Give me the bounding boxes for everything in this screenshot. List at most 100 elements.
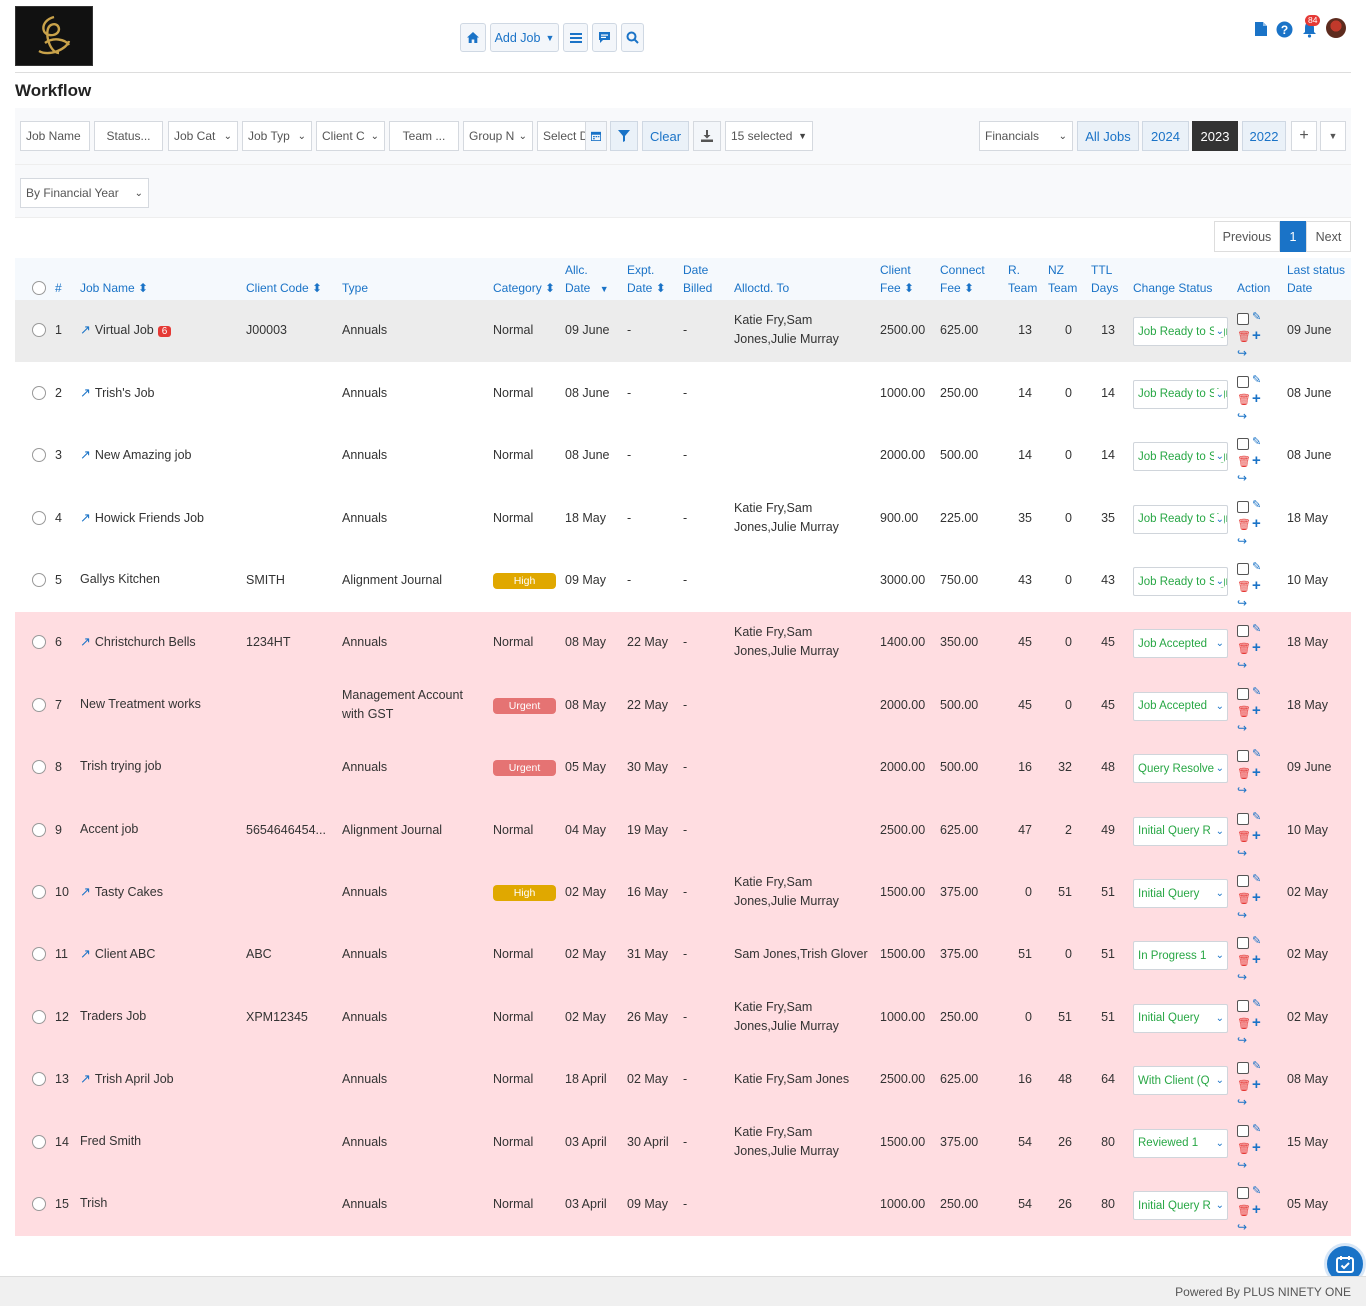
change-status-select[interactable]: Job Ready to Sign ⌄ <box>1133 567 1228 596</box>
add-icon[interactable]: + <box>1252 577 1261 594</box>
trash-icon[interactable]: 🗑 <box>1237 892 1251 905</box>
col-client-fee[interactable]: Client Fee ⬍ <box>880 261 914 297</box>
add-icon[interactable]: + <box>1252 639 1261 656</box>
add-icon[interactable]: + <box>1252 951 1261 968</box>
edit-icon[interactable]: ✎ <box>1252 1184 1261 1197</box>
tab-2023[interactable]: 2023 <box>1192 121 1238 151</box>
add-icon[interactable]: + <box>1252 452 1261 469</box>
search-button[interactable] <box>621 23 644 52</box>
edit-icon[interactable]: ✎ <box>1252 373 1261 386</box>
trash-icon[interactable]: 🗑 <box>1237 1204 1251 1217</box>
row-checkbox[interactable] <box>1237 438 1249 450</box>
row-select-radio[interactable] <box>32 1072 46 1086</box>
row-checkbox[interactable] <box>1237 999 1249 1012</box>
add-icon[interactable]: + <box>1252 515 1261 532</box>
row-checkbox[interactable] <box>1237 625 1249 637</box>
download-button[interactable] <box>693 121 721 151</box>
job-name-link[interactable]: Gallys Kitchen <box>80 572 160 586</box>
edit-icon[interactable]: ✎ <box>1252 560 1261 573</box>
status-filter[interactable]: Status... <box>94 121 163 151</box>
change-status-select[interactable]: Job Ready to Sign ⌄ <box>1133 504 1228 534</box>
help-icon[interactable]: ? <box>1275 20 1293 38</box>
add-icon[interactable]: + <box>1252 1076 1261 1093</box>
forward-icon[interactable]: ↪ <box>1237 846 1247 860</box>
edit-icon[interactable]: ✎ <box>1252 1059 1261 1072</box>
row-checkbox[interactable] <box>1237 1124 1249 1137</box>
job-name-input[interactable]: Job Name <box>20 121 90 151</box>
tab-2022[interactable]: 2022 <box>1242 121 1286 151</box>
change-status-select[interactable]: In Progress 1 ⌄ <box>1133 941 1228 970</box>
tab-all-jobs[interactable]: All Jobs <box>1077 121 1139 151</box>
external-link-icon[interactable]: ↗ <box>80 1071 91 1086</box>
row-checkbox[interactable] <box>1237 1187 1249 1199</box>
tab-2024[interactable]: 2024 <box>1142 121 1189 151</box>
external-link-icon[interactable]: ↗ <box>80 634 91 649</box>
previous-page-button[interactable]: Previous <box>1214 221 1280 252</box>
trash-icon[interactable]: 🗑 <box>1237 393 1251 406</box>
add-icon[interactable]: + <box>1252 1014 1261 1031</box>
job-category-select[interactable]: Job Cat ⌄ <box>168 121 238 151</box>
add-icon[interactable]: + <box>1252 889 1261 906</box>
change-status-select[interactable]: Reviewed 1 ⌄ <box>1133 1128 1228 1158</box>
edit-icon[interactable]: ✎ <box>1252 997 1261 1010</box>
row-select-radio[interactable] <box>32 510 46 525</box>
change-status-select[interactable]: Job Ready to Sign ⌄ <box>1133 442 1228 471</box>
messages-button[interactable] <box>592 23 617 52</box>
col-client-code[interactable]: Client Code ⬍ <box>246 279 322 297</box>
document-icon[interactable] <box>1252 20 1270 38</box>
col-job-name[interactable]: Job Name ⬍ <box>80 279 148 297</box>
forward-icon[interactable]: ↪ <box>1237 783 1247 797</box>
edit-icon[interactable]: ✎ <box>1252 934 1261 947</box>
row-select-radio[interactable] <box>32 323 46 337</box>
trash-icon[interactable]: 🗑 <box>1237 455 1251 468</box>
change-status-select[interactable]: With Client (Q ⌄ <box>1133 1066 1228 1095</box>
change-status-select[interactable]: Query Resolved ⌄ <box>1133 754 1228 783</box>
job-name-link[interactable]: ↗ Tasty Cakes <box>80 884 163 900</box>
change-status-select[interactable]: Initial Query R ⌄ <box>1133 816 1228 846</box>
list-view-button[interactable] <box>563 23 588 52</box>
trash-icon[interactable]: 🗑 <box>1237 1142 1251 1155</box>
row-checkbox[interactable] <box>1237 500 1249 513</box>
trash-icon[interactable]: 🗑 <box>1237 1079 1251 1092</box>
row-checkbox[interactable] <box>1237 375 1249 388</box>
external-link-icon[interactable]: ↗ <box>80 385 91 400</box>
external-link-icon[interactable]: ↗ <box>80 322 91 337</box>
period-select[interactable]: By Financial Year ⌄ <box>20 178 149 208</box>
trash-icon[interactable]: 🗑 <box>1237 705 1251 718</box>
external-link-icon[interactable]: ↗ <box>80 447 91 462</box>
row-select-radio[interactable] <box>32 635 46 649</box>
trash-icon[interactable]: 🗑 <box>1237 642 1251 655</box>
job-name-link[interactable]: Trish trying job <box>80 759 162 773</box>
clear-button[interactable]: Clear <box>642 121 689 151</box>
financials-select[interactable]: Financials ⌄ <box>979 121 1073 151</box>
edit-icon[interactable]: ✎ <box>1252 872 1261 885</box>
trash-icon[interactable]: 🗑 <box>1237 830 1251 843</box>
row-checkbox[interactable] <box>1237 563 1249 575</box>
forward-icon[interactable]: ↪ <box>1237 1033 1247 1047</box>
job-type-select[interactable]: Job Typ ⌄ <box>242 121 312 151</box>
job-name-link[interactable]: ↗ Trish's Job <box>80 385 154 401</box>
row-select-radio[interactable] <box>32 822 46 837</box>
add-icon[interactable]: + <box>1252 764 1261 781</box>
add-icon[interactable]: + <box>1252 1139 1261 1156</box>
row-select-radio[interactable] <box>32 947 46 961</box>
row-select-radio[interactable] <box>32 885 46 899</box>
job-name-link[interactable]: Trish <box>80 1196 107 1210</box>
col-category[interactable]: Category ⬍ <box>493 279 555 297</box>
change-status-select[interactable]: Initial Query ⌄ <box>1133 1003 1228 1033</box>
row-select-radio[interactable] <box>32 1134 46 1149</box>
col-expt-date[interactable]: Expt. Date ⬍ <box>627 261 666 297</box>
edit-icon[interactable]: ✎ <box>1252 310 1261 323</box>
job-name-link[interactable]: ↗ Howick Friends Job <box>80 510 204 526</box>
change-status-select[interactable]: Initial Query R ⌄ <box>1133 1191 1228 1220</box>
trash-icon[interactable]: 🗑 <box>1237 330 1251 343</box>
row-select-radio[interactable] <box>32 385 46 400</box>
date-input[interactable]: Select D <box>537 121 586 151</box>
forward-icon[interactable]: ↪ <box>1237 1158 1247 1172</box>
row-checkbox[interactable] <box>1237 750 1249 762</box>
client-select[interactable]: Client C ⌄ <box>316 121 385 151</box>
change-status-select[interactable]: Job Accepted ⌄ <box>1133 691 1228 721</box>
company-logo[interactable] <box>15 6 93 66</box>
forward-icon[interactable]: ↪ <box>1237 346 1247 360</box>
job-name-link[interactable]: ↗ Trish April Job <box>80 1071 174 1087</box>
